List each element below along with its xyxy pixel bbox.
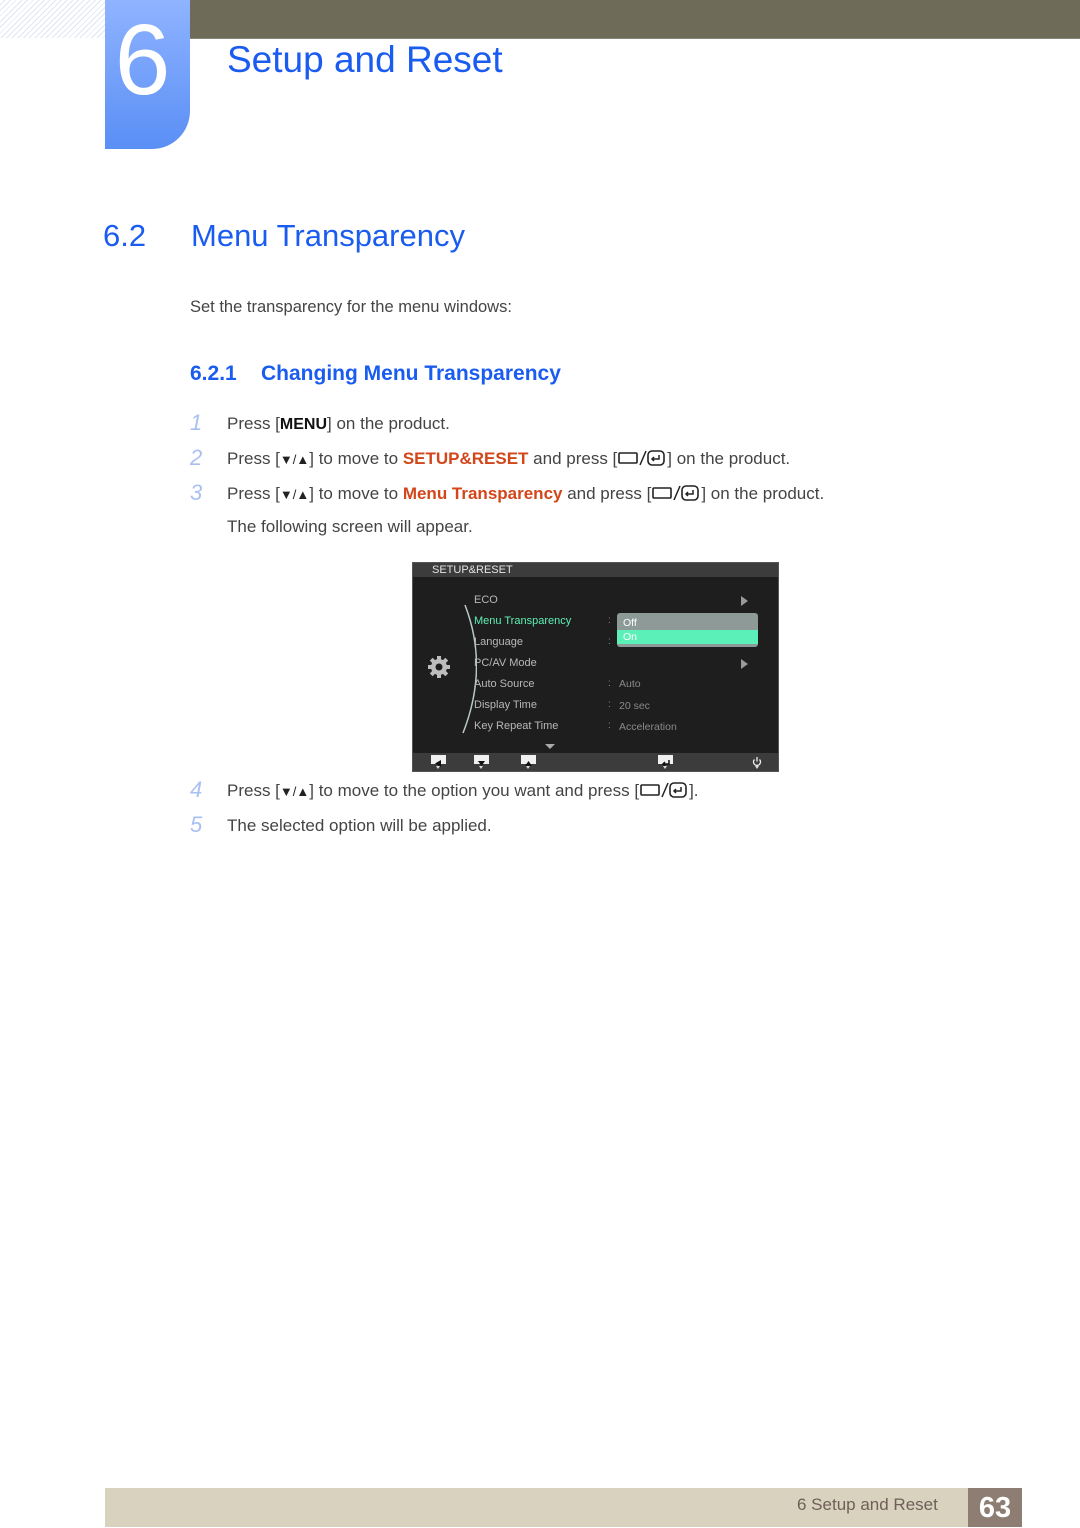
osd-colon: : <box>608 699 611 710</box>
step-5-text: The selected option will be applied. <box>227 816 492 835</box>
gear-icon <box>428 656 450 678</box>
option-label: Off <box>623 617 637 629</box>
option-off[interactable]: Off <box>617 616 758 630</box>
step-text-part: ] to move to <box>309 484 403 503</box>
osd-item-auto-source[interactable]: Auto Source <box>474 678 535 690</box>
button-marker <box>755 766 759 769</box>
osd-value-auto-source: Auto <box>619 678 641 690</box>
button-marker <box>663 766 667 769</box>
osd-item-pc-av-mode[interactable]: PC/AV Mode <box>474 657 537 669</box>
page-number: 63 <box>968 1488 1022 1527</box>
osd-arc-gear <box>428 604 477 734</box>
button-marker <box>526 766 530 769</box>
step-text-part: ]. <box>689 781 699 800</box>
button-marker <box>436 766 440 769</box>
osd-item-language[interactable]: Language <box>474 636 523 648</box>
step-number: 5 <box>190 812 203 837</box>
step-4-text: Press [▼/▲] to move to the option you wa… <box>227 781 699 803</box>
osd-colon: : <box>608 678 611 689</box>
osd-item-menu-transparency[interactable]: Menu Transparency <box>474 615 571 627</box>
up-icon[interactable] <box>521 755 536 766</box>
highlight-menu-transparency: Menu Transparency <box>402 484 563 503</box>
step-3-text: Press [▼/▲] to move to Menu Transparency… <box>227 484 824 506</box>
step-number: 1 <box>190 410 203 435</box>
section-title: Menu Transparency <box>191 218 465 253</box>
step-3-note: The following screen will appear. <box>227 517 473 536</box>
source-enter-key-icon <box>651 485 701 506</box>
step-text-part: and press [ <box>528 449 618 468</box>
highlight-setup-reset: SETUP&RESET <box>402 449 529 468</box>
step-text-part: Press [ <box>227 781 280 800</box>
section-number: 6.2 <box>103 218 147 253</box>
step-number: 4 <box>190 777 203 802</box>
down-up-key-icon: ▼/▲ <box>279 784 310 799</box>
menu-key: MENU <box>279 416 328 433</box>
scroll-down-icon <box>545 744 555 749</box>
osd-value-key-repeat-time: Acceleration <box>619 721 677 733</box>
chapter-number: 6 <box>114 4 171 116</box>
step-number: 2 <box>190 445 203 470</box>
subsection-title: Changing Menu Transparency <box>261 362 561 385</box>
source-enter-key-icon <box>617 450 667 471</box>
transparency-dropdown[interactable]: Off On <box>617 613 758 647</box>
step-text-part: ] on the product. <box>667 449 791 468</box>
subsection-number: 6.2.1 <box>190 362 237 385</box>
step-2-text: Press [▼/▲] to move to SETUP&RESET and p… <box>227 449 790 471</box>
header-hatch-pattern <box>0 0 105 38</box>
osd-header: SETUP&RESET <box>413 563 778 577</box>
osd-title: SETUP&RESET <box>432 564 513 576</box>
submenu-arrow-icon <box>741 659 748 669</box>
header-bar <box>190 0 1080 39</box>
osd-colon: : <box>608 636 611 647</box>
osd-item-display-time[interactable]: Display Time <box>474 699 537 711</box>
osd-colon: : <box>608 615 611 626</box>
source-enter-key-icon <box>639 782 689 803</box>
down-up-key-icon: ▼/▲ <box>279 487 310 502</box>
left-icon[interactable] <box>431 755 446 767</box>
chapter-title: Setup and Reset <box>227 39 503 80</box>
step-1-text: Press [MENU] on the product. <box>227 414 450 434</box>
step-text-part: ] on the product. <box>701 484 825 503</box>
step-text-part: ] to move to <box>309 449 403 468</box>
osd-item-key-repeat-time[interactable]: Key Repeat Time <box>474 720 558 732</box>
step-text-part: Press [ <box>227 414 280 433</box>
step-text-part: Press [ <box>227 449 280 468</box>
step-text-part: and press [ <box>562 484 652 503</box>
step-number: 3 <box>190 480 203 505</box>
osd-value-display-time: 20 sec <box>619 700 650 712</box>
option-on[interactable]: On <box>617 630 758 644</box>
osd-footer <box>413 753 778 771</box>
osd-screen: SETUP&RESET ECO Menu Transparency : Lang… <box>412 562 779 772</box>
step-text-part: ] to move to the option you want and pre… <box>309 781 640 800</box>
option-label: On <box>623 631 638 643</box>
section-intro: Set the transparency for the menu window… <box>190 298 512 316</box>
submenu-arrow-icon <box>741 596 748 606</box>
power-icon[interactable] <box>751 754 763 772</box>
enter-icon[interactable] <box>658 755 673 767</box>
footer-chapter-label: 6 Setup and Reset <box>797 1495 938 1514</box>
down-up-key-icon: ▼/▲ <box>279 452 310 467</box>
osd-colon: : <box>608 720 611 731</box>
step-text-part: ] on the product. <box>327 414 450 433</box>
down-icon[interactable] <box>474 755 489 766</box>
osd-item-eco[interactable]: ECO <box>474 594 498 606</box>
step-text-part: Press [ <box>227 484 280 503</box>
button-marker <box>479 766 483 769</box>
